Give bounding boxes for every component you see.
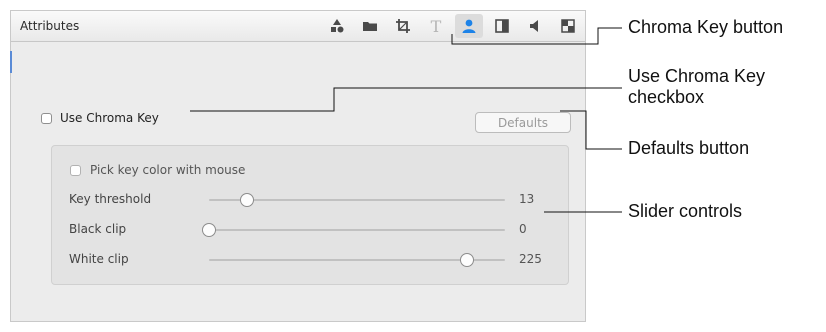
callout-chroma-key-button: Chroma Key button <box>628 17 784 37</box>
callout-line-chroma-key <box>451 27 622 45</box>
callout-use-chroma-key-line2: checkbox <box>628 87 705 107</box>
callout-lines <box>190 27 622 213</box>
callout-line-defaults <box>560 110 622 150</box>
callout-defaults-button: Defaults button <box>628 138 750 158</box>
callout-use-chroma-key-checkbox: Use Chroma Key checkbox <box>628 66 765 108</box>
callout-line-use-checkbox <box>190 87 622 112</box>
callout-use-chroma-key-line1: Use Chroma Key <box>628 66 766 86</box>
callout-slider-controls: Slider controls <box>628 201 743 221</box>
